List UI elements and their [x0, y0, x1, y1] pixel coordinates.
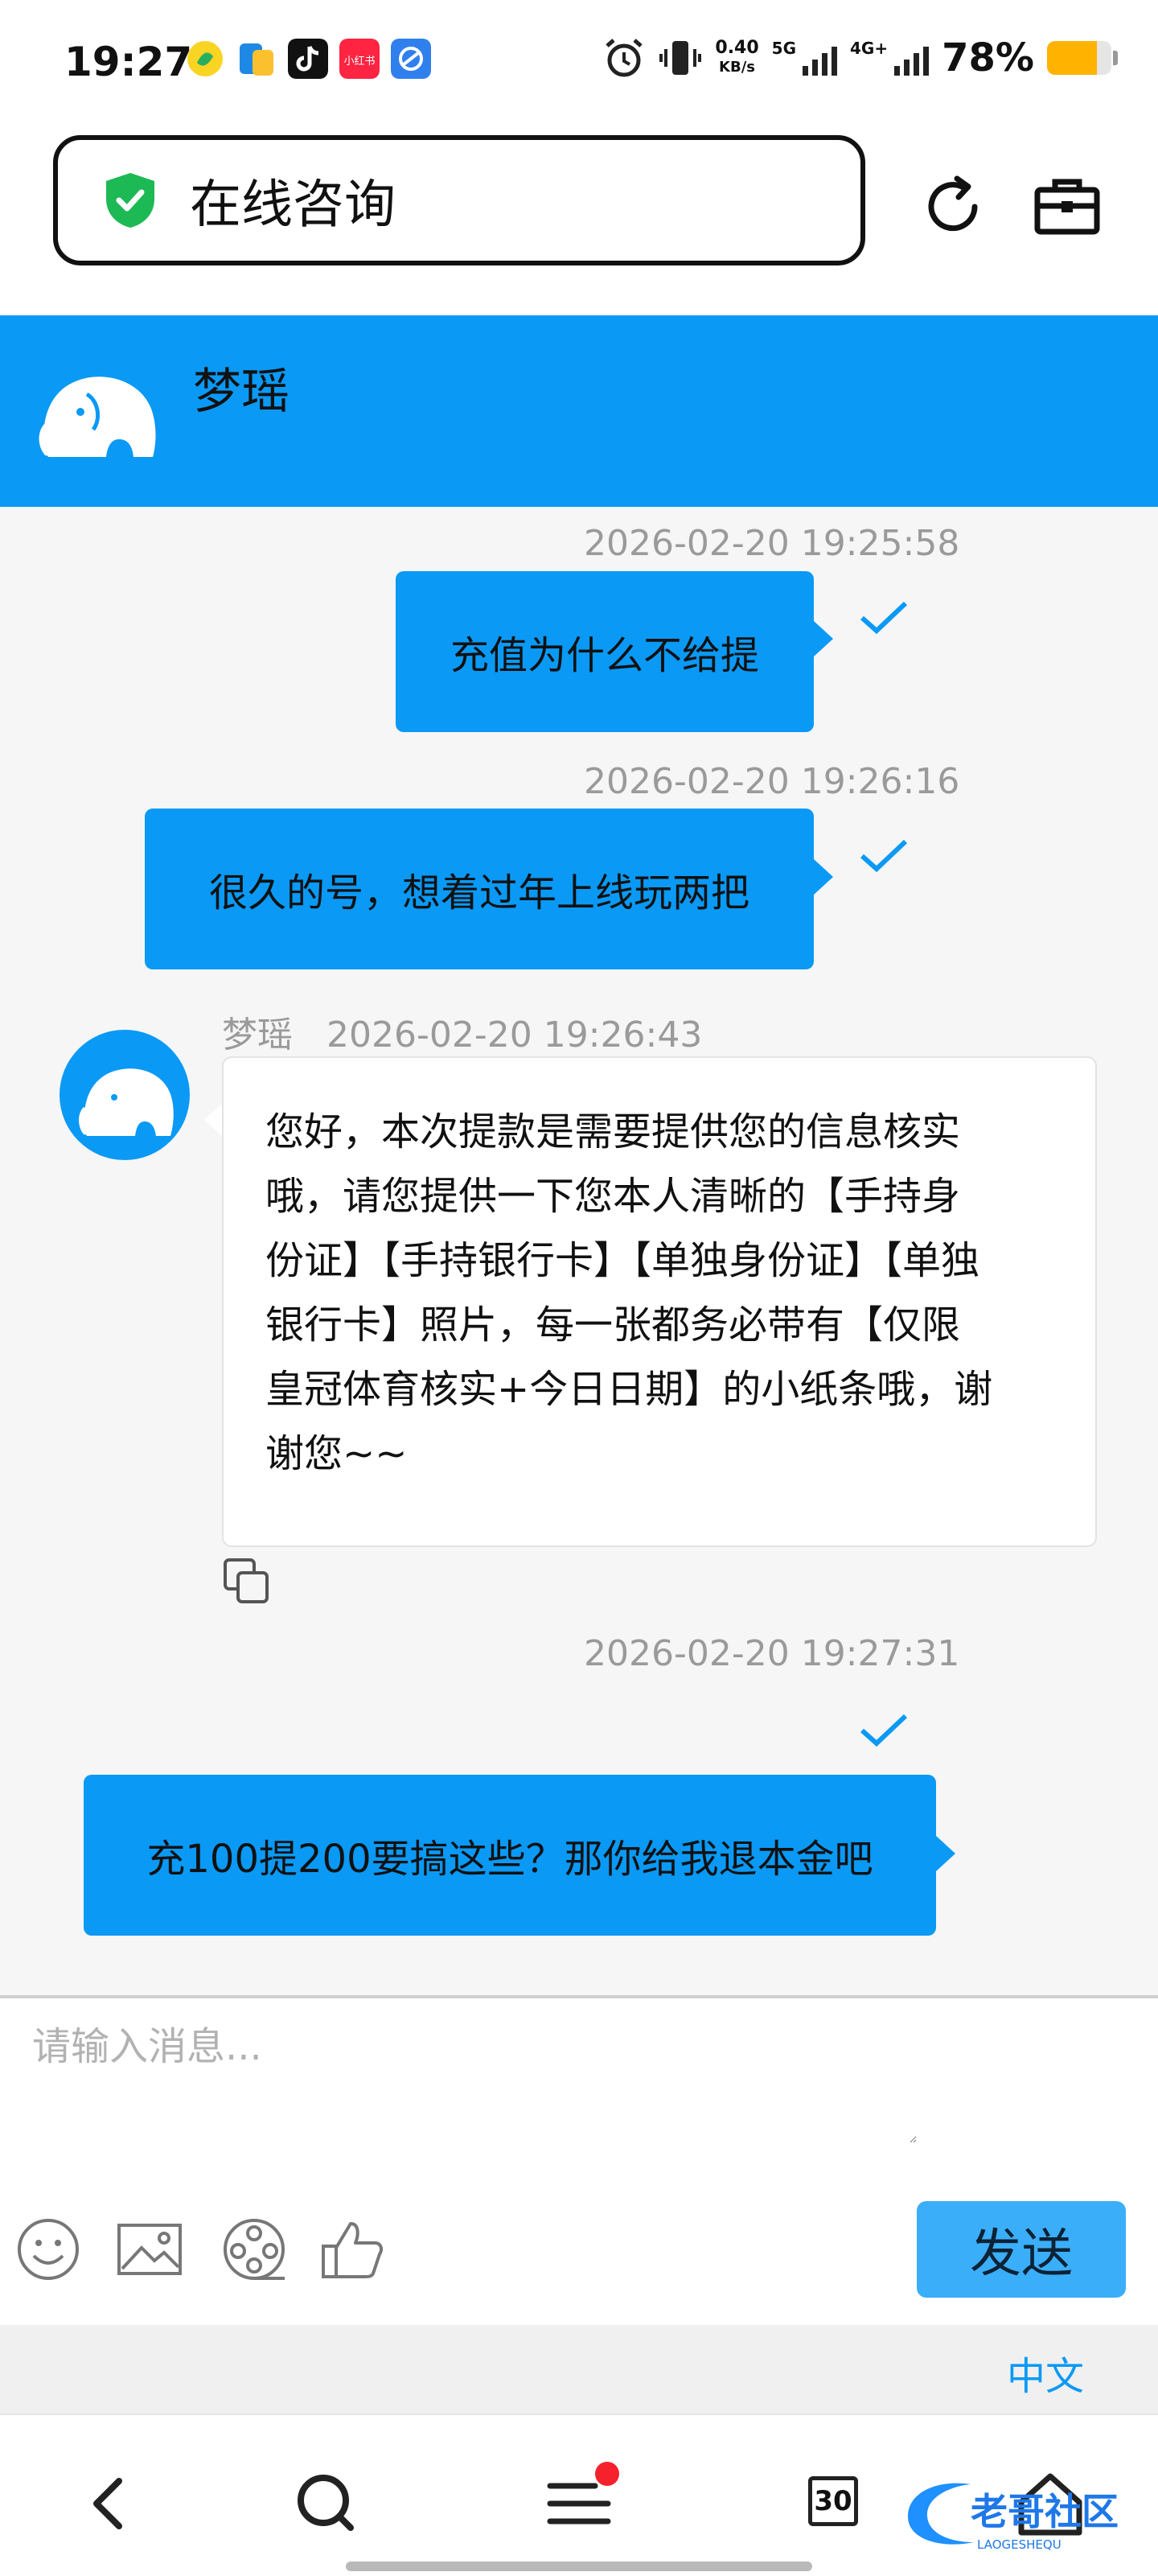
- outgoing-message-bubble[interactable]: 很久的号，想着过年上线玩两把: [145, 809, 814, 969]
- battery-tip: [1113, 51, 1118, 65]
- battery-level-fill: [1047, 41, 1098, 75]
- language-switch[interactable]: 中文: [1007, 2344, 1084, 2401]
- status-time: 19:27: [64, 39, 193, 85]
- message-timestamp: 2026-02-20 19:26:43: [326, 1014, 703, 1056]
- qq-music-icon: [187, 41, 223, 76]
- thumbs-up-icon[interactable]: [317, 2214, 388, 2285]
- message-composer: 发送: [0, 1995, 1158, 2328]
- delivered-check-icon: [860, 1714, 908, 1747]
- vibrate-icon: [659, 41, 702, 75]
- net-4g-label: 4G+: [850, 39, 889, 58]
- home-indicator[interactable]: [346, 2562, 812, 2571]
- search-icon[interactable]: [286, 2463, 367, 2544]
- video-reel-icon[interactable]: [219, 2214, 290, 2285]
- outgoing-message-bubble[interactable]: 充值为什么不给提: [396, 571, 814, 732]
- status-bar: 19:27 小红书 0.40 KB/s 5G 4G+ 78%: [0, 0, 1158, 129]
- status-app-icons: 小红书: [185, 39, 431, 79]
- xiaohongshu-icon: 小红书: [339, 39, 380, 79]
- message-timestamp: 2026-02-20 19:25:58: [584, 523, 960, 564]
- message-input[interactable]: [32, 2014, 917, 2143]
- alarm-icon: [606, 39, 643, 77]
- language-bar: 中文: [0, 2325, 1158, 2413]
- svg-text:小红书: 小红书: [343, 55, 375, 68]
- refresh-icon[interactable]: [917, 171, 989, 243]
- elephant-logo-icon: [39, 377, 156, 457]
- net-speed: 0.40 KB/s: [715, 38, 759, 76]
- tiktok-icon: [288, 39, 328, 79]
- battery-percent: 78%: [942, 35, 1034, 80]
- page-title: 在线咨询: [190, 175, 396, 235]
- agent-name: 梦瑶: [193, 364, 290, 420]
- message-timestamp: 2026-02-20 19:26:16: [584, 761, 960, 802]
- outgoing-message-bubble[interactable]: 充100提200要搞这些？那你给我退本金吧: [84, 1775, 936, 1936]
- signal-5g-icon: [803, 40, 838, 76]
- status-indicators: 0.40 KB/s 5G 4G+ 78%: [602, 35, 1118, 80]
- back-icon[interactable]: [69, 2463, 150, 2544]
- notification-dot: [595, 2462, 619, 2486]
- chat-message-list[interactable]: 2026-02-20 19:25:58 充值为什么不给提 2026-02-20 …: [0, 507, 1158, 1995]
- net-5g-label: 5G: [771, 39, 797, 58]
- bubble-tail: [814, 859, 833, 895]
- elephant-avatar-icon: [79, 1068, 174, 1136]
- toolbox-icon[interactable]: [1031, 171, 1103, 243]
- browser-icon: [391, 39, 431, 79]
- bubble-tail: [204, 1102, 224, 1138]
- bubble-tail: [936, 1836, 955, 1871]
- delivered-check-icon: [860, 839, 908, 873]
- secure-shield-icon: [106, 173, 154, 228]
- incoming-message-meta: 梦瑶 2026-02-20 19:26:43: [222, 1006, 702, 1057]
- agent-avatar[interactable]: [60, 1030, 190, 1160]
- laoge-watermark-logo: 老哥社区 LAOGESHEQU: [908, 2483, 1119, 2552]
- sender-name: 梦瑶: [222, 1014, 293, 1056]
- browser-address-bar: 在线咨询: [0, 129, 1158, 314]
- tab-count-button[interactable]: 30: [808, 2476, 858, 2526]
- incoming-message-bubble[interactable]: 您好，本次提款是需要提供您的信息核实 哦，请您提供一下您本人清晰的【手持身 份证…: [222, 1056, 1097, 1547]
- delivered-check-icon: [860, 601, 908, 635]
- svg-text:LAOGESHEQU: LAOGESHEQU: [977, 2537, 1062, 2552]
- message-timestamp: 2026-02-20 19:27:31: [584, 1633, 960, 1674]
- svg-text:老哥社区: 老哥社区: [971, 2490, 1119, 2533]
- url-field[interactable]: 在线咨询: [53, 135, 865, 265]
- send-button[interactable]: 发送: [917, 2201, 1126, 2298]
- signal-4g-icon: [894, 40, 930, 76]
- bubble-tail: [814, 621, 833, 656]
- image-icon[interactable]: [114, 2214, 185, 2285]
- files-icon: [240, 43, 273, 76]
- chat-header: 梦瑶: [0, 315, 1158, 507]
- battery-icon: [1047, 41, 1111, 75]
- emoji-icon[interactable]: [13, 2214, 84, 2285]
- copy-icon[interactable]: [222, 1557, 272, 1607]
